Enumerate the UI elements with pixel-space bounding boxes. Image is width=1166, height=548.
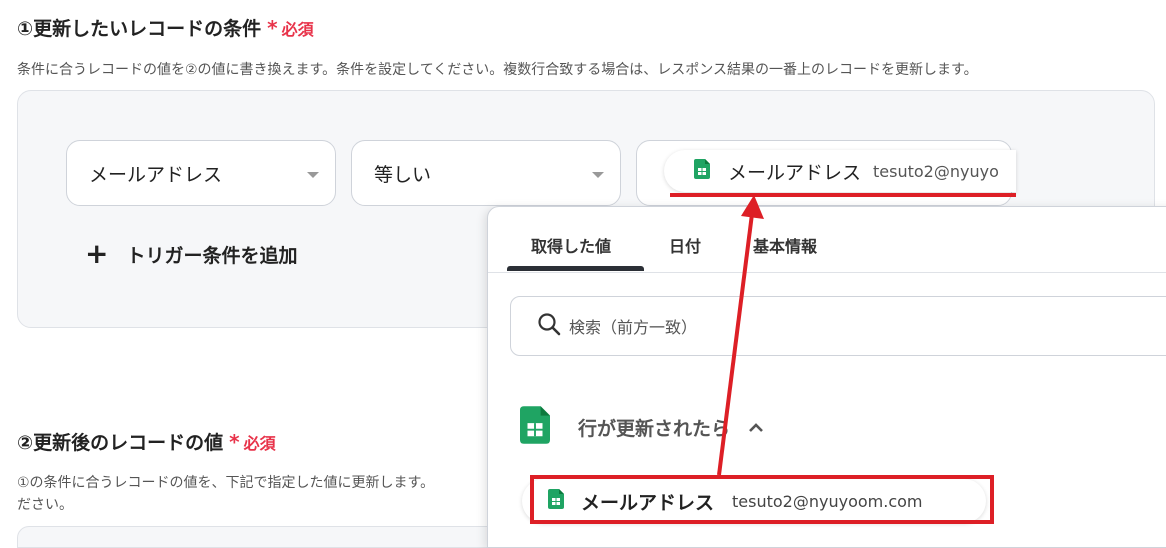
annotation-arrow-line [717, 213, 754, 476]
annotation-arrow-head [741, 195, 764, 219]
annotation-arrow [717, 195, 764, 476]
